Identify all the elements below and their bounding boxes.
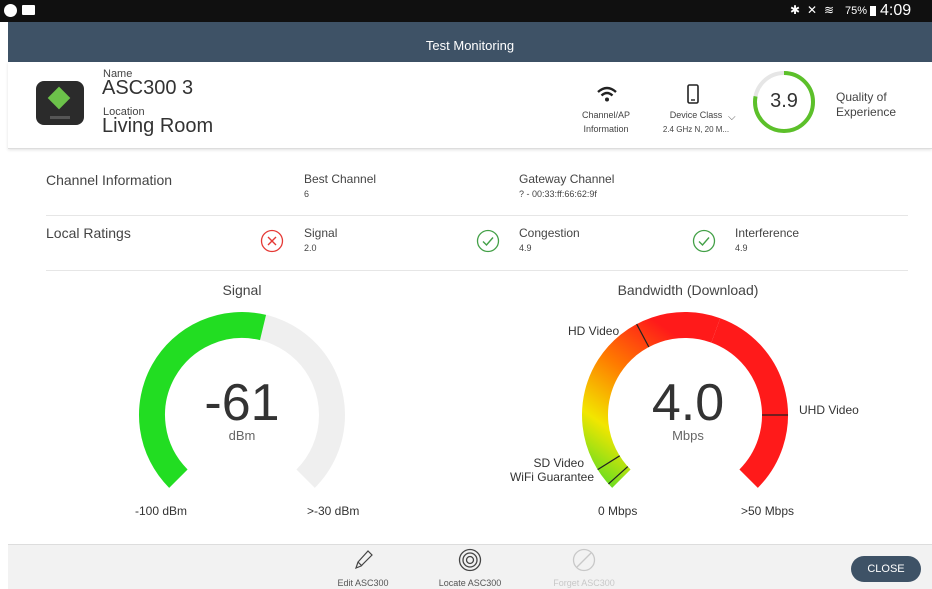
mute-icon: ✕	[807, 3, 818, 17]
bandwidth-max-label: >50 Mbps	[741, 504, 795, 518]
interference-rating-ok-icon	[692, 229, 716, 253]
forbidden-icon	[572, 548, 596, 572]
close-button[interactable]: CLOSE	[851, 556, 921, 582]
channel-info-title: Channel Information	[46, 172, 173, 188]
status-bar: ✱ ✕ ≋ 75% 4:09 PM	[0, 0, 932, 37]
bluetooth-icon: ✱	[790, 3, 801, 17]
mail-icon	[22, 5, 35, 15]
hd-video-marker-label: HD Video	[568, 324, 620, 338]
bandwidth-value: 4.0	[651, 374, 725, 432]
best-channel-label: Best Channel	[304, 172, 377, 186]
signal-value: -61	[204, 374, 280, 432]
channel-ap-label-2: Information	[583, 124, 629, 134]
channel-ap-info-button[interactable]: Channel/AP Information	[570, 84, 642, 140]
battery-percent: 75%	[845, 5, 868, 17]
qoe-label-1: Quality of	[836, 90, 887, 104]
congestion-rating-value: 4.9	[519, 243, 532, 253]
signal-max-label: >-30 dBm	[307, 504, 360, 518]
qoe-gauge: 3.9	[752, 70, 816, 134]
sd-video-marker-label: SD Video	[533, 456, 584, 470]
best-channel-value: 6	[304, 189, 310, 199]
edit-asc300-button[interactable]: Edit ASC300	[328, 548, 398, 588]
uhd-video-marker-label: UHD Video	[799, 403, 859, 417]
page-title: Test Monitoring	[425, 38, 515, 53]
wifi-icon	[597, 86, 617, 102]
bandwidth-gauge-title: Bandwidth (Download)	[617, 282, 759, 298]
signal-unit: dBm	[228, 428, 256, 443]
device-led-strip	[50, 116, 70, 119]
forget-asc300-button[interactable]: Forget ASC300	[546, 548, 622, 588]
device-logo-icon	[47, 86, 71, 110]
signal-min-label: -100 dBm	[135, 504, 188, 518]
bandwidth-min-label: 0 Mbps	[598, 504, 638, 518]
device-class-label: Device Class	[669, 110, 723, 120]
qoe-label-2: Experience	[836, 105, 897, 119]
title-bar: Test Monitoring	[8, 22, 932, 62]
forget-asc300-label: Forget ASC300	[553, 578, 615, 588]
wifi-status-icon: ≋	[824, 3, 835, 17]
signal-rating-label: Signal	[304, 226, 338, 240]
device-name: ASC300 3	[102, 77, 194, 99]
interference-rating-label: Interference	[735, 226, 800, 240]
locate-asc300-button[interactable]: Locate ASC300	[432, 548, 508, 588]
signal-rating-value: 2.0	[304, 243, 317, 253]
chevron-down-icon: ⌵	[728, 112, 736, 123]
signal-rating-fail-icon	[260, 229, 284, 253]
locate-asc300-label: Locate ASC300	[438, 578, 502, 588]
bandwidth-unit: Mbps	[672, 428, 704, 443]
signal-gauge-title: Signal	[222, 282, 262, 298]
divider	[46, 215, 908, 216]
device-class-dropdown[interactable]: Device Class 2.4 GHz N, 20 M... ⌵	[660, 84, 742, 140]
channel-ap-label-1: Channel/AP	[581, 110, 631, 120]
gateway-channel-value: ? - 00:33:ff:66:62:9f	[519, 189, 597, 199]
gateway-channel-label: Gateway Channel	[519, 172, 615, 186]
notification-icon	[4, 4, 17, 17]
battery-icon	[870, 6, 876, 16]
device-location: Living Room	[102, 115, 214, 137]
qoe-score: 3.9	[770, 90, 798, 112]
phone-icon	[687, 84, 699, 104]
interference-rating-value: 4.9	[735, 243, 748, 253]
device-class-value: 2.4 GHz N, 20 M...	[662, 125, 730, 134]
pencil-icon	[355, 550, 373, 570]
wifi-guarantee-marker-label: WiFi Guarantee	[509, 470, 594, 484]
divider	[46, 270, 908, 271]
congestion-rating-label: Congestion	[519, 226, 580, 240]
device-avatar	[36, 81, 84, 125]
edit-asc300-label: Edit ASC300	[337, 578, 389, 588]
congestion-rating-ok-icon	[476, 229, 500, 253]
local-ratings-title: Local Ratings	[46, 225, 131, 241]
target-icon	[458, 548, 482, 572]
